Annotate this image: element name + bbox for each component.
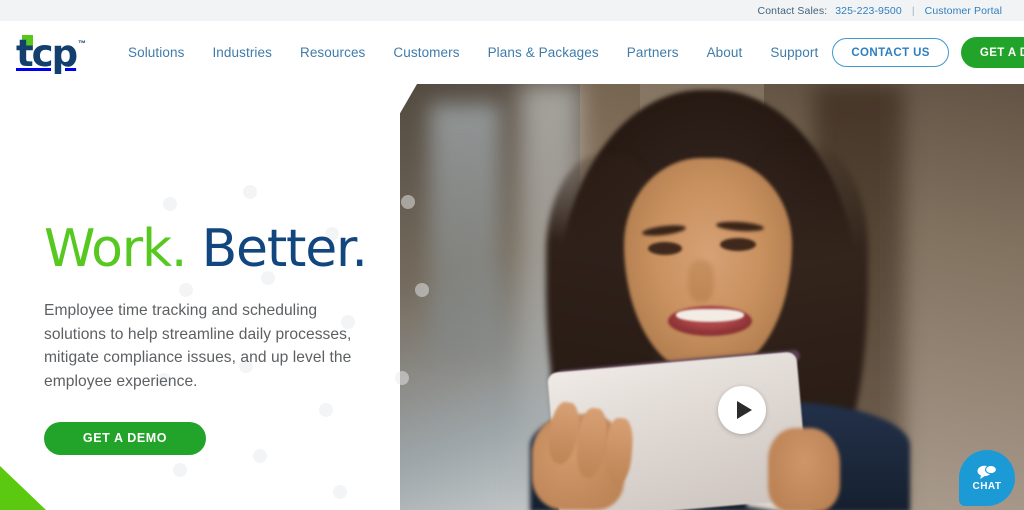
headline-word-work: Work. bbox=[44, 219, 187, 279]
person-teeth bbox=[676, 309, 744, 322]
chat-widget-button[interactable]: CHAT bbox=[959, 450, 1015, 506]
hero-subtext: Employee time tracking and scheduling so… bbox=[44, 302, 352, 391]
play-video-button[interactable] bbox=[718, 386, 766, 434]
hero-copy: Work. Better. Employee time tracking and… bbox=[44, 219, 404, 455]
get-a-demo-button-header[interactable]: GET A DEMO bbox=[960, 37, 1024, 68]
main-navbar: tcp ™ Solutions Industries Resources Cus… bbox=[0, 21, 1024, 84]
chat-bubble-icon bbox=[977, 464, 997, 479]
utility-separator: | bbox=[911, 4, 915, 17]
person-eye-right bbox=[720, 238, 756, 251]
contact-sales-phone-link[interactable]: 325-223-9500 bbox=[835, 5, 902, 17]
hero-headline: Work. Better. bbox=[44, 219, 404, 279]
nav-item-partners[interactable]: Partners bbox=[613, 37, 693, 68]
nav-item-industries[interactable]: Industries bbox=[198, 37, 286, 68]
nav-item-plans-packages[interactable]: Plans & Packages bbox=[474, 37, 613, 68]
nav-item-support[interactable]: Support bbox=[756, 37, 832, 68]
hero-section: Work. Better. Employee time tracking and… bbox=[0, 84, 1024, 510]
person-eye-left bbox=[648, 242, 682, 255]
customer-portal-link[interactable]: Customer Portal bbox=[925, 5, 1002, 17]
nav-item-resources[interactable]: Resources bbox=[286, 37, 379, 68]
nav-item-customers[interactable]: Customers bbox=[379, 37, 473, 68]
hero-background-photo bbox=[400, 84, 1024, 510]
chat-label: CHAT bbox=[972, 480, 1002, 492]
logo-wordmark: tcp bbox=[16, 32, 78, 75]
headline-word-better: Better. bbox=[201, 219, 368, 279]
contact-sales-label: Contact Sales: bbox=[757, 4, 828, 17]
play-icon bbox=[737, 401, 752, 419]
utility-bar: Contact Sales: 325-223-9500 | Customer P… bbox=[0, 0, 1024, 21]
logo-trademark: ™ bbox=[78, 38, 86, 48]
person-nose bbox=[688, 260, 714, 302]
nav-links: Solutions Industries Resources Customers… bbox=[114, 37, 832, 68]
tcp-logo[interactable]: tcp ™ bbox=[14, 32, 88, 74]
hero-person bbox=[520, 84, 920, 510]
nav-actions: CONTACT US GET A DEMO bbox=[832, 37, 1024, 68]
person-hand-right bbox=[768, 428, 840, 510]
page-root: Contact Sales: 325-223-9500 | Customer P… bbox=[0, 0, 1024, 510]
contact-us-button[interactable]: CONTACT US bbox=[832, 38, 949, 67]
get-a-demo-button-hero[interactable]: GET A DEMO bbox=[44, 421, 206, 455]
nav-item-about[interactable]: About bbox=[693, 37, 757, 68]
nav-item-solutions[interactable]: Solutions bbox=[114, 37, 198, 68]
